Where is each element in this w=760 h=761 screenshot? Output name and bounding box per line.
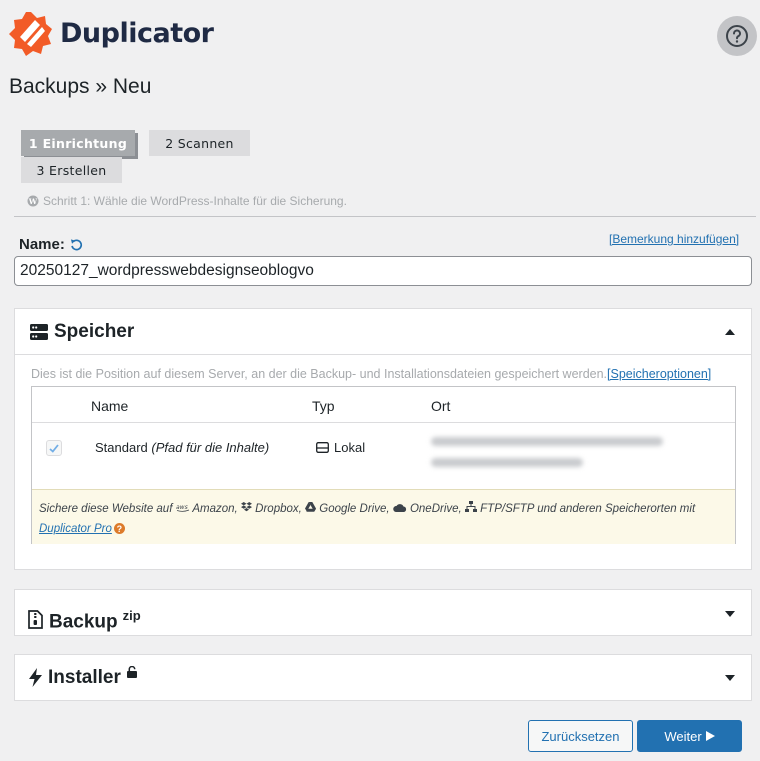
backup-panel-header[interactable]: Backup zip xyxy=(15,590,751,635)
unlock-icon xyxy=(126,665,137,678)
backup-title-text: Backup xyxy=(49,611,118,633)
backup-zip-label: zip xyxy=(122,607,141,623)
storage-row-name-note: (Pfad für die Inhalte) xyxy=(151,440,270,455)
storage-row-checkbox[interactable] xyxy=(46,440,62,456)
bolt-icon xyxy=(29,668,42,687)
hard-drive-icon xyxy=(316,442,329,453)
promo-dropbox: Dropbox, xyxy=(255,503,302,515)
duplicator-pro-link[interactable]: Duplicator Pro xyxy=(39,523,112,535)
question-circle-icon xyxy=(726,25,748,47)
page-title: Backups » Neu xyxy=(9,75,152,98)
backup-panel: Backup zip xyxy=(14,589,752,636)
storage-row-name: Standard (Pfad für die Inhalte) xyxy=(95,440,269,455)
promo-help-icon[interactable]: ? xyxy=(113,523,125,535)
help-button[interactable] xyxy=(717,16,757,56)
next-button[interactable]: Weiter xyxy=(637,720,742,752)
step-hint: W Schritt 1: Wähle die WordPress-Inhalte… xyxy=(27,194,347,208)
brand-name: Duplicator xyxy=(60,17,214,49)
caret-up-icon[interactable] xyxy=(725,328,735,335)
server-icon xyxy=(30,323,48,340)
storage-row-type-text: Lokal xyxy=(334,440,366,455)
storage-header-divider xyxy=(15,354,751,355)
table-header-divider xyxy=(32,422,735,423)
step-hint-text: Schritt 1: Wähle die WordPress-Inhalte f… xyxy=(43,194,347,208)
svg-text:aws: aws xyxy=(176,504,188,511)
caret-down-icon[interactable] xyxy=(725,674,735,681)
svg-text:W: W xyxy=(28,197,38,206)
storage-options-link[interactable]: [Speicheroptionen] xyxy=(607,367,711,381)
google-drive-icon xyxy=(305,502,317,512)
duplicator-logo-icon xyxy=(9,12,52,56)
dropbox-icon xyxy=(240,502,252,512)
reset-button[interactable]: Zurücksetzen xyxy=(528,720,633,752)
backup-name-input[interactable] xyxy=(14,256,752,286)
step-einrichtung: 1 Einrichtung xyxy=(21,130,135,156)
storage-description-text: Dies ist die Position auf diesem Server,… xyxy=(31,367,608,381)
aws-icon: aws xyxy=(176,504,189,512)
column-header-typ: Typ xyxy=(312,398,335,414)
column-header-ort: Ort xyxy=(431,398,451,414)
installer-panel-header[interactable]: Installer xyxy=(15,655,751,700)
promo-prefix: Sichere diese Website auf xyxy=(39,503,173,515)
step-scannen: 2 Scannen xyxy=(149,130,250,156)
promo-onedrive: OneDrive, xyxy=(409,503,462,515)
add-note-link[interactable]: [Bemerkung hinzufügen] xyxy=(609,232,739,246)
onedrive-cloud-icon xyxy=(393,504,406,512)
duplicator-logo: Duplicator xyxy=(8,10,214,56)
next-button-label: Weiter xyxy=(664,728,702,744)
storage-row-location-blurred xyxy=(431,437,671,479)
check-icon xyxy=(49,443,59,453)
wordpress-icon: W xyxy=(27,195,39,207)
file-archive-icon xyxy=(28,610,43,629)
step-erstellen: 3 Erstellen xyxy=(21,157,122,183)
storage-title: Speicher xyxy=(54,320,135,342)
pro-promo-box: Sichere diese Website auf aws Amazon, Dr… xyxy=(32,489,735,544)
column-header-name: Name xyxy=(91,398,129,414)
caret-down-icon[interactable] xyxy=(725,611,735,617)
promo-google-drive: Google Drive, xyxy=(319,503,390,515)
play-arrow-icon xyxy=(705,731,715,741)
storage-row-name-text: Standard xyxy=(95,440,148,455)
storage-description: Dies ist die Position auf diesem Server,… xyxy=(31,367,711,381)
storage-table: Name Typ Ort Standard (Pfad für die Inha… xyxy=(31,386,736,544)
backup-title: Backup zip xyxy=(49,608,141,633)
promo-amazon: Amazon, xyxy=(192,503,238,515)
promo-ftp: FTP/SFTP und anderen Speicherorten mit xyxy=(480,503,696,515)
installer-panel: Installer xyxy=(14,654,752,701)
network-icon xyxy=(464,501,477,512)
name-label: Name: xyxy=(19,236,83,253)
reset-name-icon[interactable] xyxy=(70,238,83,251)
divider xyxy=(14,216,756,217)
storage-panel-header[interactable]: Speicher xyxy=(15,309,751,354)
installer-title: Installer xyxy=(48,666,121,688)
storage-row-type: Lokal xyxy=(316,440,365,455)
storage-panel: Speicher Dies ist die Position auf diese… xyxy=(14,308,752,570)
name-label-text: Name: xyxy=(19,236,65,253)
